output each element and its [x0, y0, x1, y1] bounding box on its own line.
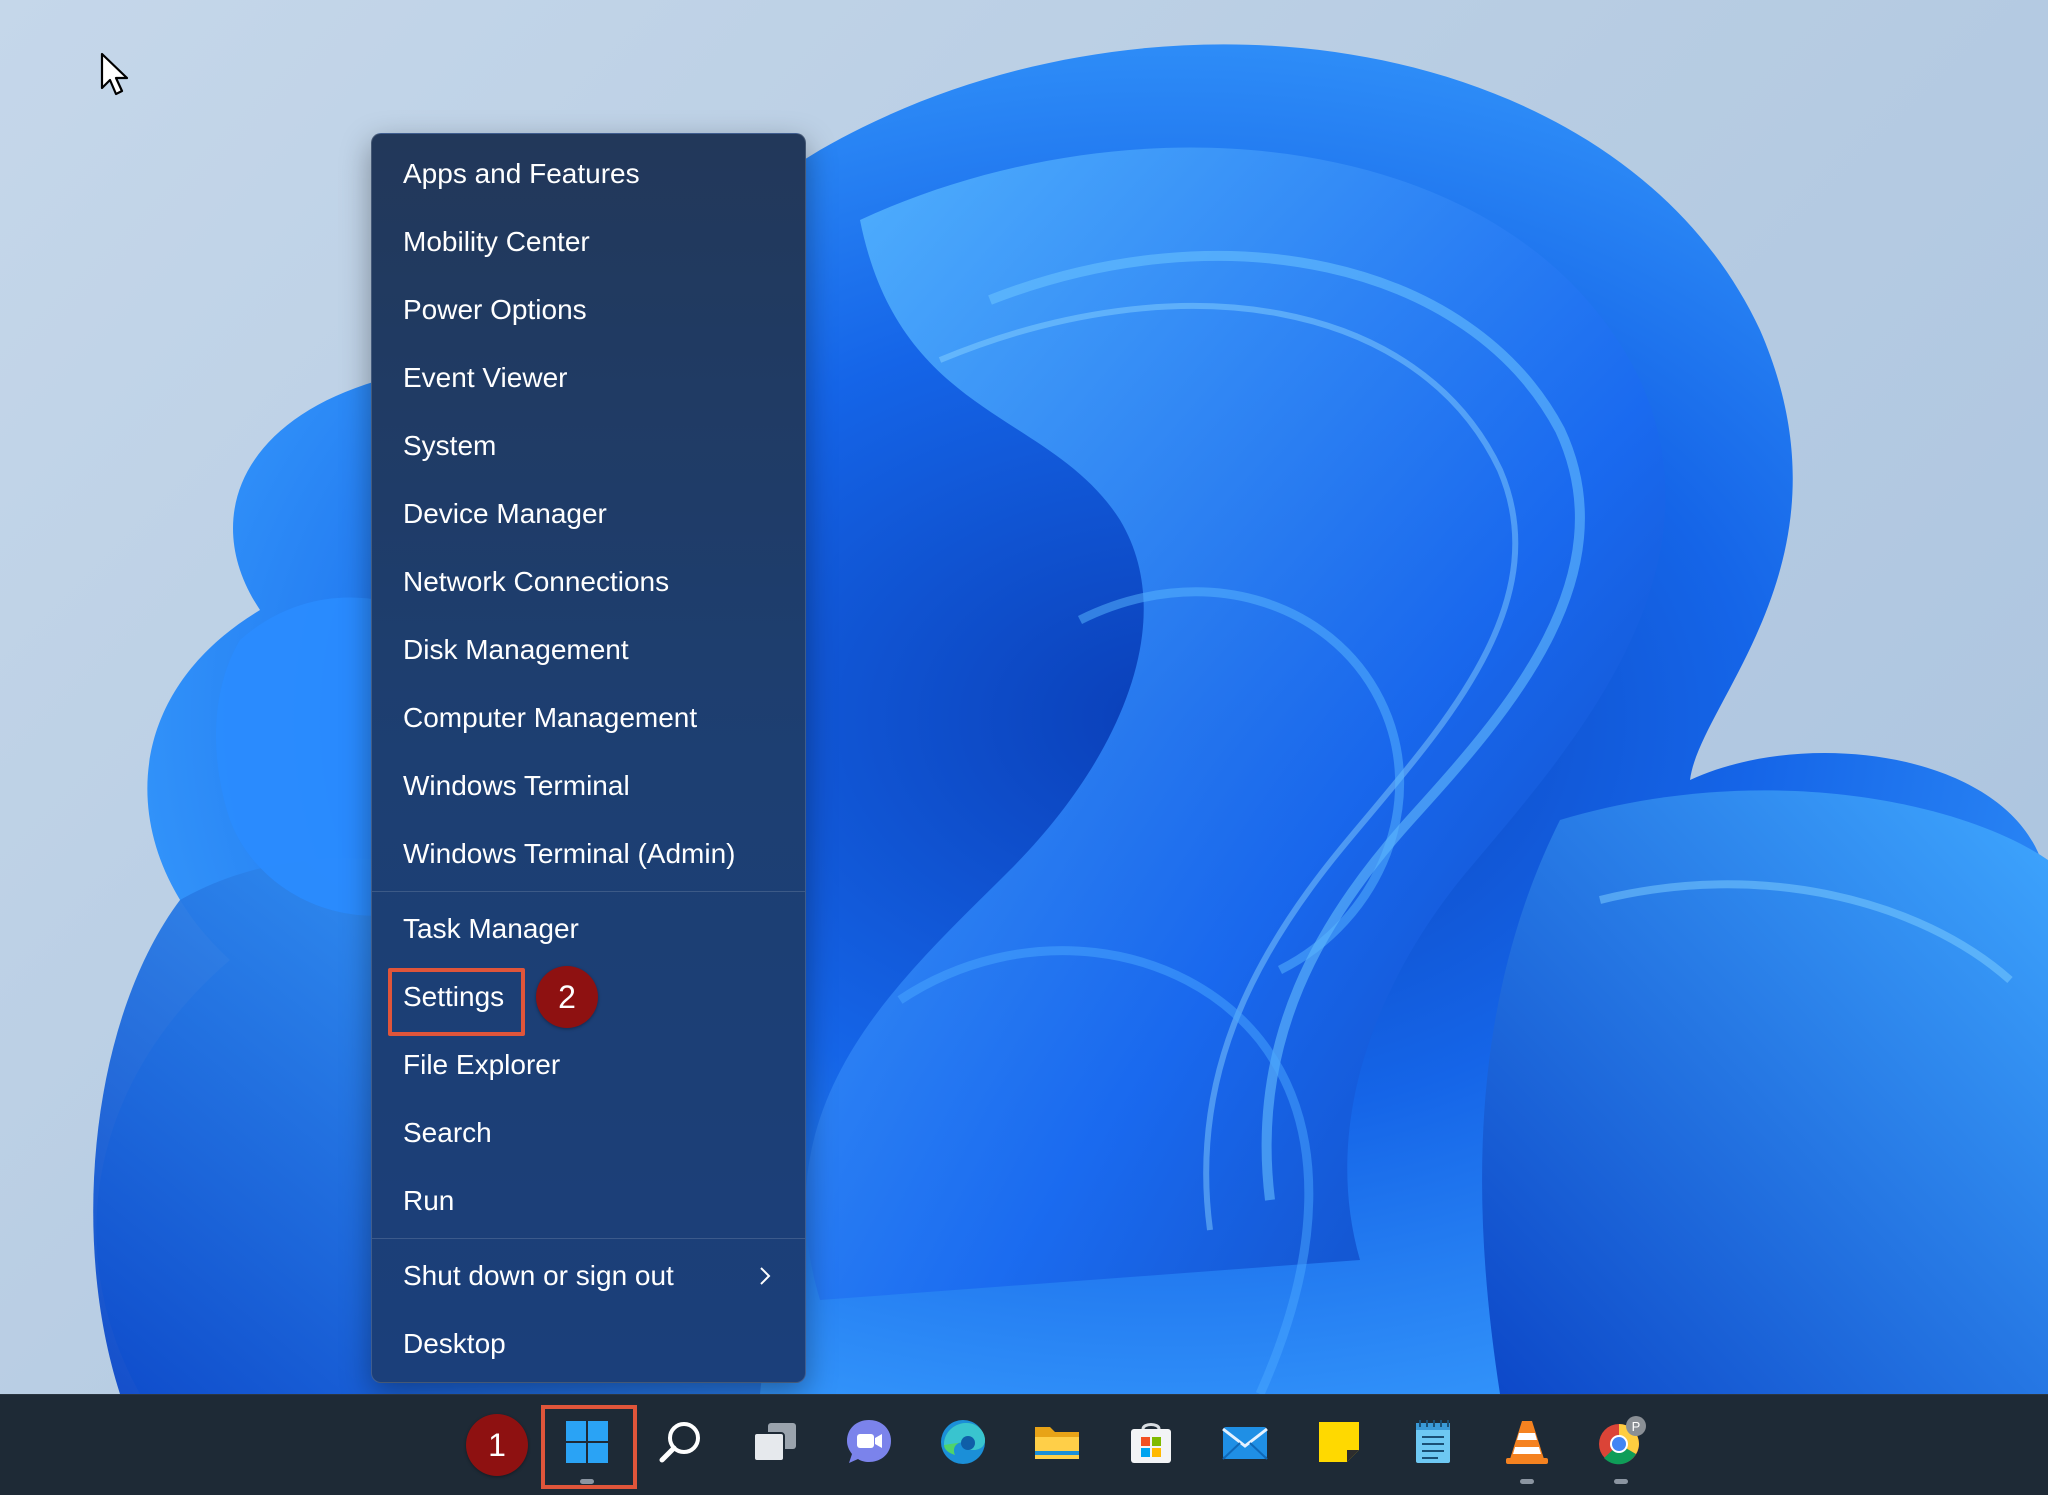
- menu-item-device-manager[interactable]: Device Manager: [372, 480, 805, 548]
- menu-item-windows-terminal[interactable]: Windows Terminal: [372, 752, 805, 820]
- microsoft-store-icon: [1131, 1423, 1171, 1463]
- menu-item-computer-management[interactable]: Computer Management: [372, 684, 805, 752]
- menu-item-label: Apps and Features: [403, 158, 640, 189]
- edge-icon: [941, 1420, 985, 1464]
- chrome-profile-badge: P: [1632, 1419, 1641, 1434]
- menu-item-label: Task Manager: [403, 913, 579, 944]
- teams-chat-button[interactable]: [838, 1411, 900, 1473]
- step-1-label: 1: [488, 1426, 506, 1463]
- menu-item-run[interactable]: Run: [372, 1167, 805, 1235]
- settings-highlight-box: [388, 968, 525, 1036]
- menu-item-power-options[interactable]: Power Options: [372, 276, 805, 344]
- running-indicator: [1520, 1479, 1534, 1484]
- search-icon: [659, 1422, 700, 1463]
- taskbar-search-button[interactable]: [650, 1411, 712, 1473]
- menu-item-task-manager[interactable]: Task Manager: [372, 895, 805, 963]
- menu-item-disk-management[interactable]: Disk Management: [372, 616, 805, 684]
- file-explorer-button[interactable]: [1026, 1411, 1088, 1473]
- step-2-badge: 2: [536, 966, 598, 1028]
- mouse-cursor-icon: [100, 52, 129, 96]
- menu-item-label: Device Manager: [403, 498, 607, 529]
- sticky-notes-icon: [1319, 1422, 1359, 1462]
- teams-chat-icon: [847, 1420, 891, 1463]
- menu-item-label: File Explorer: [403, 1049, 561, 1080]
- task-view-button[interactable]: [744, 1411, 806, 1473]
- menu-item-search[interactable]: Search: [372, 1099, 805, 1167]
- taskbar: P: [0, 1394, 2048, 1495]
- start-highlight-box: [541, 1405, 637, 1489]
- menu-item-shut-down-or-sign-out[interactable]: Shut down or sign out: [372, 1242, 805, 1310]
- vlc-button[interactable]: [1496, 1411, 1558, 1473]
- menu-item-label: Shut down or sign out: [403, 1260, 674, 1291]
- file-explorer-icon: [1035, 1427, 1079, 1459]
- menu-item-label: Network Connections: [403, 566, 670, 597]
- menu-item-label: Event Viewer: [403, 362, 568, 393]
- menu-item-apps-and-features[interactable]: Apps and Features: [372, 140, 805, 208]
- menu-item-event-viewer[interactable]: Event Viewer: [372, 344, 805, 412]
- menu-item-label: Windows Terminal (Admin): [403, 838, 736, 869]
- bloom-wallpaper: [93, 44, 2048, 1394]
- desktop: [0, 0, 2048, 1394]
- step-1-badge: 1: [466, 1414, 528, 1476]
- menu-item-label: Search: [403, 1117, 492, 1148]
- running-indicator: [1614, 1479, 1628, 1484]
- microsoft-store-button[interactable]: [1120, 1411, 1182, 1473]
- mail-icon: [1222, 1427, 1268, 1460]
- mail-button[interactable]: [1214, 1411, 1276, 1473]
- menu-item-system[interactable]: System: [372, 412, 805, 480]
- menu-item-desktop[interactable]: Desktop: [372, 1310, 805, 1378]
- menu-item-label: Run: [403, 1185, 455, 1216]
- menu-item-mobility-center[interactable]: Mobility Center: [372, 208, 805, 276]
- notepad-icon: [1416, 1420, 1450, 1463]
- menu-item-file-explorer[interactable]: File Explorer: [372, 1031, 805, 1099]
- menu-separator: [372, 1238, 805, 1239]
- menu-item-label: Computer Management: [403, 702, 698, 733]
- notepad-button[interactable]: [1402, 1411, 1464, 1473]
- edge-button[interactable]: [932, 1411, 994, 1473]
- menu-item-label: Disk Management: [403, 634, 629, 665]
- chrome-icon: P: [1599, 1416, 1646, 1465]
- chrome-button[interactable]: P: [1590, 1411, 1652, 1473]
- menu-separator: [372, 891, 805, 892]
- menu-item-label: Windows Terminal: [403, 770, 630, 801]
- chevron-right-icon: [760, 1267, 771, 1285]
- sticky-notes-button[interactable]: [1308, 1411, 1370, 1473]
- menu-item-label: Mobility Center: [403, 226, 590, 257]
- menu-item-label: Desktop: [403, 1328, 506, 1359]
- menu-item-network-connections[interactable]: Network Connections: [372, 548, 805, 616]
- vlc-icon: [1506, 1421, 1548, 1464]
- winx-context-menu: Apps and Features Mobility Center Power …: [371, 133, 806, 1383]
- menu-item-label: Power Options: [403, 294, 587, 325]
- task-view-icon: [753, 1423, 796, 1462]
- menu-item-label: System: [403, 430, 497, 461]
- menu-item-windows-terminal-admin[interactable]: Windows Terminal (Admin): [372, 820, 805, 888]
- step-2-label: 2: [558, 978, 576, 1015]
